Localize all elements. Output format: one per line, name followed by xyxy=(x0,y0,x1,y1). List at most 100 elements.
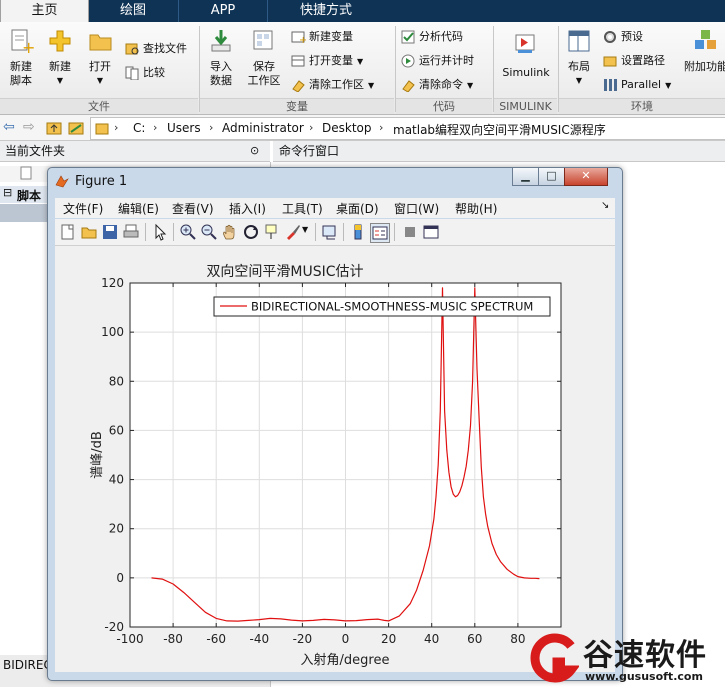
breadcrumb-separator: › xyxy=(114,121,119,134)
x-tick-label: -20 xyxy=(293,632,313,646)
rotate-3d-icon[interactable] xyxy=(242,223,260,241)
run-and-time-button[interactable]: 运行并计时 xyxy=(401,52,474,70)
dock-arrow-icon[interactable]: ↘ xyxy=(601,200,609,211)
file-group-label: 文件 xyxy=(0,98,198,114)
panel-menu-icon[interactable]: ⊙ xyxy=(250,141,259,161)
matlab-icon xyxy=(55,175,69,188)
menu-desktop[interactable]: 桌面(D) xyxy=(336,200,379,217)
figure-canvas[interactable]: 双向空间平滑MUSIC估计 -100 -80 -60 -40 -20 0 20 40 60 80 -… xyxy=(55,246,615,672)
parallel-button[interactable]: Parallel ▼ xyxy=(603,76,671,94)
x-tick-label: -40 xyxy=(249,632,269,646)
breadcrumb-item[interactable]: Administrator xyxy=(222,121,304,135)
figure-title-bar[interactable]: Figure 1 ▁ □ ✕ xyxy=(48,168,622,194)
add-ons-button[interactable]: 附加功能 xyxy=(684,28,725,74)
menu-edit[interactable]: 编辑(E) xyxy=(118,200,159,217)
path-field[interactable]: › C: › Users › Administrator › Desktop ›… xyxy=(90,117,725,140)
save-workspace-label: 保存 工作区 xyxy=(247,60,281,87)
menu-window[interactable]: 窗口(W) xyxy=(394,200,439,217)
divider xyxy=(315,223,316,241)
save-workspace-button[interactable]: 保存 工作区 xyxy=(244,28,284,88)
colorbar-icon[interactable] xyxy=(349,223,367,241)
command-window-header: 命令行窗口 xyxy=(273,141,725,162)
close-button[interactable]: ✕ xyxy=(564,168,608,186)
breadcrumb-item[interactable]: C: xyxy=(133,121,145,135)
figure-window[interactable]: Figure 1 ▁ □ ✕ 文件(F) 编辑(E) 查看(V) 插入(I) 工… xyxy=(47,167,623,681)
file-icon xyxy=(20,166,32,180)
find-files-icon xyxy=(125,43,139,55)
data-cursor-icon[interactable] xyxy=(263,223,281,241)
back-arrow-icon[interactable]: ⇦ xyxy=(3,119,15,135)
legend-icon[interactable] xyxy=(370,223,390,243)
pan-hand-icon[interactable] xyxy=(221,223,239,241)
open-label: 打开 xyxy=(89,60,111,73)
clear-commands-label: 清除命令 xyxy=(419,78,463,91)
open-variable-button[interactable]: 打开变量 ▼ xyxy=(291,52,363,70)
up-folder-icon[interactable] xyxy=(46,120,62,135)
open-file-icon[interactable] xyxy=(80,223,98,241)
compare-button[interactable]: 比较 xyxy=(125,64,165,82)
chevron-down-icon: ▼ xyxy=(96,76,104,85)
menu-tools[interactable]: 工具(T) xyxy=(282,200,323,217)
spectrum-plot[interactable]: 双向空间平滑MUSIC估计 -100 -80 -60 -40 -20 0 20 40 60 80 -… xyxy=(55,246,615,672)
menu-file[interactable]: 文件(F) xyxy=(63,200,103,217)
menu-view[interactable]: 查看(V) xyxy=(172,200,214,217)
maximize-button[interactable]: □ xyxy=(538,168,565,186)
new-script-button[interactable]: + 新建 脚本 xyxy=(3,28,39,88)
analyze-code-button[interactable]: 分析代码 xyxy=(401,28,463,46)
watermark-brand: 谷速软件 xyxy=(583,638,707,673)
menu-insert[interactable]: 插入(I) xyxy=(229,200,266,217)
print-icon[interactable] xyxy=(122,223,140,241)
clear-workspace-button[interactable]: 清除工作区 ▼ xyxy=(291,76,374,94)
x-axis-label: 入射角/degree xyxy=(301,652,390,668)
menu-help[interactable]: 帮助(H) xyxy=(455,200,497,217)
breadcrumb-item[interactable]: matlab编程双向空间平滑MUSIC源程序 xyxy=(393,121,606,138)
new-variable-button[interactable]: + 新建变量 xyxy=(291,28,353,46)
tab-plots[interactable]: 绘图 xyxy=(88,0,179,22)
tab-shortcuts[interactable]: 快捷方式 xyxy=(268,0,384,22)
preferences-button[interactable]: 预设 xyxy=(603,28,643,46)
zoom-out-icon[interactable] xyxy=(200,223,218,241)
link-plot-icon[interactable] xyxy=(321,223,339,241)
collapse-icon[interactable]: ⊟ xyxy=(3,186,12,199)
new-button[interactable]: 新建 ▼ xyxy=(42,28,78,88)
breadcrumb-separator: › xyxy=(379,121,384,134)
clear-commands-button[interactable]: 清除命令 ▼ xyxy=(401,76,473,94)
show-tools-icon[interactable] xyxy=(422,223,440,241)
forward-arrow-icon[interactable]: ⇨ xyxy=(23,119,35,135)
y-tick-label: 20 xyxy=(109,522,124,536)
folder-icon xyxy=(89,34,112,51)
compare-icon xyxy=(125,66,139,80)
chevron-down-icon[interactable]: ▼ xyxy=(302,225,308,234)
svg-text:+: + xyxy=(22,38,34,54)
breadcrumb-item[interactable]: Desktop xyxy=(322,121,372,135)
brush-icon[interactable] xyxy=(284,223,302,241)
new-variable-label: 新建变量 xyxy=(309,30,353,43)
tab-home[interactable]: 主页 xyxy=(0,0,89,22)
zoom-in-icon[interactable] xyxy=(179,223,197,241)
analyze-code-label: 分析代码 xyxy=(419,30,463,43)
find-files-button[interactable]: 查找文件 xyxy=(125,40,187,58)
set-path-button[interactable]: 设置路径 xyxy=(603,52,665,70)
tab-apps[interactable]: APP xyxy=(179,0,268,22)
save-icon[interactable] xyxy=(101,223,119,241)
legend[interactable]: BIDIRECTIONAL-SMOOTHNESS-MUSIC SPECTRUM xyxy=(213,296,551,317)
minimize-button[interactable]: ▁ xyxy=(512,168,539,186)
browse-folder-icon[interactable] xyxy=(68,120,84,135)
save-workspace-icon xyxy=(253,30,273,50)
y-tick-label: 80 xyxy=(109,374,124,388)
chevron-down-icon: ▼ xyxy=(575,76,583,85)
import-data-button[interactable]: 导入 数据 xyxy=(203,28,239,88)
breadcrumb-item[interactable]: Users xyxy=(167,121,201,135)
open-button[interactable]: 打开 ▼ xyxy=(82,28,118,88)
simulink-button[interactable]: Simulink xyxy=(499,30,553,80)
x-tick-label: 40 xyxy=(424,632,439,646)
compare-label: 比较 xyxy=(143,66,165,79)
variable-group-label: 变量 xyxy=(200,98,394,114)
y-tick-label: 100 xyxy=(101,325,124,339)
figure-menu-bar: 文件(F) 编辑(E) 查看(V) 插入(I) 工具(T) 桌面(D) 窗口(W… xyxy=(55,198,615,218)
hide-tools-icon[interactable] xyxy=(401,223,419,241)
pointer-icon[interactable] xyxy=(151,223,169,241)
new-figure-icon[interactable] xyxy=(59,223,77,241)
plus-icon xyxy=(49,30,71,52)
layout-button[interactable]: 布局 ▼ xyxy=(562,28,596,88)
